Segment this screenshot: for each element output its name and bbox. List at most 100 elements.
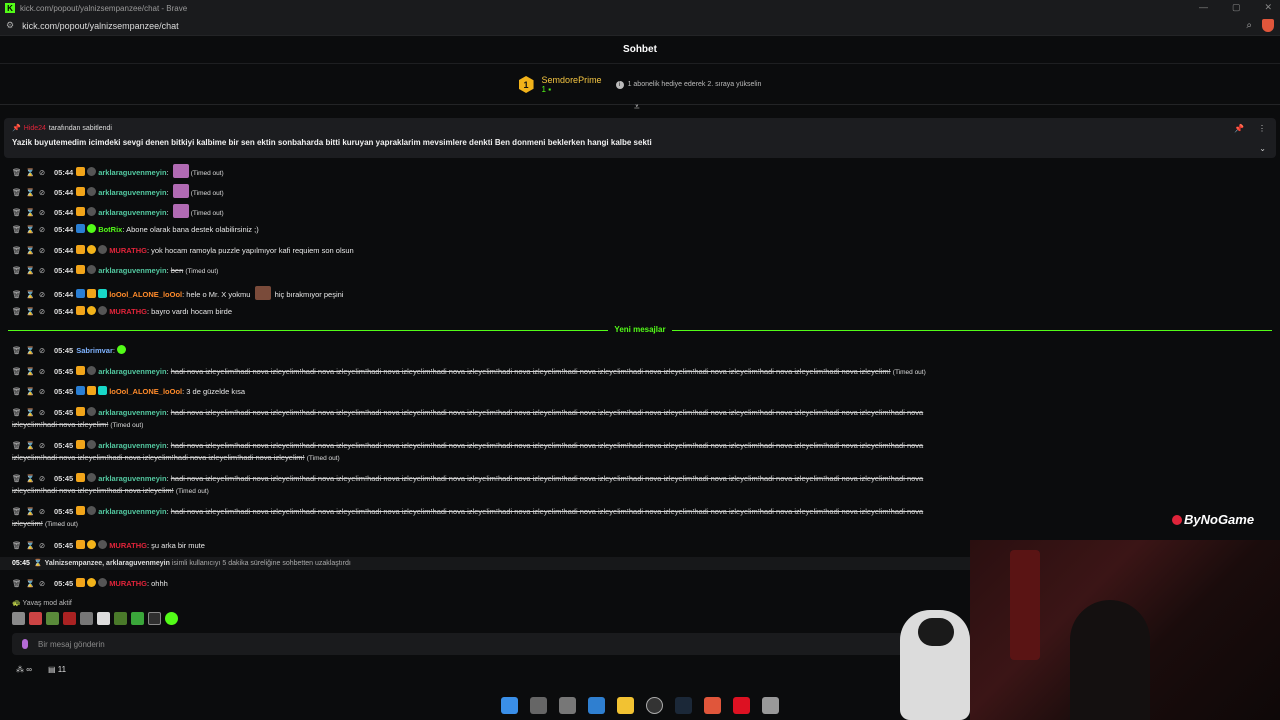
sub-badge-icon [87, 265, 97, 274]
chat-message[interactable]: 🗑⌛⊘ 05:45 arklaraguvenmeyin: hadi nova izl… [12, 440, 1224, 465]
username[interactable]: arklaraguvenmeyin [98, 208, 166, 217]
windows-start-icon[interactable] [501, 696, 518, 714]
hourglass-icon: ⌛ [33, 560, 43, 567]
username[interactable]: arklaraguvenmeyin [98, 168, 166, 177]
mod-tools-icon[interactable]: 🗑⌛⊘ [12, 440, 54, 452]
chat-message[interactable]: 🗑⌛⊘ 05:45 arklaraguvenmeyin: hadi nova izl… [12, 366, 1224, 379]
chat-messages[interactable]: 🗑⌛⊘ 05:44 arklaraguvenmeyin: (Timed out) 🗑… [0, 160, 1280, 592]
chat-message[interactable]: 🗑⌛⊘ 05:44 arklaraguvenmeyin: (Timed out) [12, 164, 1224, 180]
brave-icon[interactable] [704, 696, 721, 714]
chat-message[interactable]: 🗑⌛⊘ 05:44 loOol_ALONE_loOol: hele o Mr. X … [12, 286, 1224, 301]
mod-tools-icon[interactable]: 🗑⌛⊘ [12, 265, 54, 277]
gifter-info[interactable]: SemdorePrime 1 ▪ [542, 75, 602, 94]
mod-tools-icon[interactable]: 🗑⌛⊘ [12, 366, 54, 378]
points-button[interactable]: ⁂ ∞ [16, 665, 32, 674]
username[interactable]: MURATHG [109, 307, 147, 316]
mod-tools-icon[interactable]: 🗑⌛⊘ [12, 306, 54, 318]
username[interactable]: Sabrimvar [76, 346, 113, 355]
emote-icon[interactable] [12, 612, 25, 625]
username[interactable]: arklaraguvenmeyin [98, 474, 166, 483]
username[interactable]: MURATHG [109, 246, 147, 255]
username[interactable]: MURATHG [109, 579, 147, 588]
search-icon[interactable]: ⌕ [1246, 20, 1252, 31]
minimize-icon[interactable]: — [1199, 2, 1208, 13]
expand-chevron-icon[interactable]: ⩡ [634, 102, 640, 113]
message-text: 3 de güzelde kısa [186, 387, 246, 396]
username[interactable]: arklaraguvenmeyin [98, 507, 166, 516]
chat-message[interactable]: 🗑⌛⊘ 05:44 BotRix: Abone olarak bana destek… [12, 224, 1224, 236]
chat-message[interactable]: 🗑⌛⊘ 05:45 arklaraguvenmeyin: hadi nova izl… [12, 473, 1224, 498]
chat-message[interactable]: 🗑⌛⊘ 05:44 MURATHG: yok hocam ramoyla puzzl… [12, 245, 1224, 257]
gift-button[interactable]: ▤ 11 [48, 665, 66, 674]
mod-tools-icon[interactable]: 🗑⌛⊘ [12, 540, 54, 552]
slow-mode-icon: 🐢 [12, 600, 21, 607]
file-explorer-icon[interactable] [617, 696, 634, 714]
mod-tools-icon[interactable]: 🗑⌛⊘ [12, 289, 54, 301]
chat-message[interactable]: 🗑⌛⊘ 05:44 arklaraguvenmeyin: (Timed out) [12, 184, 1224, 200]
timed-out-label: (Timed out) [44, 521, 78, 528]
message-time: 05:44 [54, 188, 74, 197]
gifter-name[interactable]: SemdorePrime [542, 75, 602, 85]
pinned-actions: 📌 ⋮ [1234, 124, 1266, 133]
emote-icon[interactable] [165, 612, 178, 625]
lamp-image [1010, 550, 1040, 660]
site-settings-icon[interactable]: ⚙ [6, 20, 14, 31]
message-time: 05:45 [54, 474, 74, 483]
microphone-icon[interactable] [22, 639, 28, 649]
app-icon[interactable] [762, 696, 779, 714]
mod-tools-icon[interactable]: 🗑⌛⊘ [12, 187, 54, 199]
mod-tools-icon[interactable]: 🗑⌛⊘ [12, 386, 54, 398]
emote-icon[interactable] [63, 612, 76, 625]
username[interactable]: arklaraguvenmeyin [98, 441, 166, 450]
mod-tools-icon[interactable]: 🗑⌛⊘ [12, 245, 54, 257]
pinned-by-user[interactable]: Hide24 [24, 125, 46, 132]
mod-tools-icon[interactable]: 🗑⌛⊘ [12, 473, 54, 485]
username[interactable]: arklaraguvenmeyin [98, 266, 166, 275]
mod-tools-icon[interactable]: 🗑⌛⊘ [12, 407, 54, 419]
app-icon[interactable] [588, 696, 605, 714]
username[interactable]: arklaraguvenmeyin [98, 188, 166, 197]
username[interactable]: arklaraguvenmeyin [98, 367, 166, 376]
emote-icon[interactable] [29, 612, 42, 625]
url-text[interactable]: kick.com/popout/yalnizsempanzee/chat [22, 21, 179, 31]
steam-icon[interactable] [675, 696, 692, 714]
mod-tools-icon[interactable]: 🗑⌛⊘ [12, 207, 54, 219]
username[interactable]: loOol_ALONE_loOol [109, 387, 182, 396]
chat-message[interactable]: 🗑⌛⊘ 05:45 arklaraguvenmeyin: hadi nova izl… [12, 407, 1224, 432]
app-icon[interactable] [733, 696, 750, 714]
more-options-icon[interactable]: ⋮ [1258, 124, 1266, 133]
emote-icon [117, 345, 127, 354]
chat-message[interactable]: 🗑⌛⊘ 05:44 arklaraguvenmeyin: ben (Timed ou… [12, 265, 1224, 278]
mod-tools-icon[interactable]: 🗑⌛⊘ [12, 224, 54, 236]
mod-tools-icon[interactable]: 🗑⌛⊘ [12, 578, 54, 590]
mod-tools-icon[interactable]: 🗑⌛⊘ [12, 345, 54, 357]
emote-icon[interactable] [131, 612, 144, 625]
chat-message[interactable]: 🗑⌛⊘ 05:44 MURATHG: bayro vardı hocam birde [12, 306, 1224, 318]
chat-message[interactable]: 🗑⌛⊘ 05:44 arklaraguvenmeyin: (Timed out) [12, 204, 1224, 220]
chat-message[interactable]: 🗑⌛⊘ 05:45 loOol_ALONE_loOol: 3 de güzelde … [12, 386, 1224, 398]
new-messages-text: Yeni mesajlar [608, 325, 672, 334]
emote-icon[interactable] [114, 612, 127, 625]
obs-icon[interactable] [646, 696, 663, 714]
chat-message[interactable]: 🗑⌛⊘ 05:45 arklaraguvenmeyin: hadi nova izl… [12, 506, 1224, 531]
maximize-icon[interactable]: ▢ [1232, 2, 1241, 13]
emote-icon[interactable] [148, 612, 161, 625]
taskbar [0, 690, 1280, 720]
unpin-icon[interactable]: 📌 [1234, 124, 1244, 133]
emote-icon[interactable] [80, 612, 93, 625]
username[interactable]: BotRix [98, 225, 122, 234]
brave-shield-icon[interactable] [1262, 19, 1274, 32]
emote-icon[interactable] [46, 612, 59, 625]
mod-tools-icon[interactable]: 🗑⌛⊘ [12, 167, 54, 179]
app-icon[interactable] [559, 696, 576, 714]
message-input[interactable]: Bir mesaj gönderin [12, 633, 970, 655]
mod-tools-icon[interactable]: 🗑⌛⊘ [12, 506, 54, 518]
username[interactable]: loOol_ALONE_loOol [109, 290, 182, 299]
close-icon[interactable]: ✕ [1264, 2, 1272, 13]
username[interactable]: arklaraguvenmeyin [98, 408, 166, 417]
task-view-icon[interactable] [530, 696, 547, 714]
chevron-down-icon[interactable]: ⌄ [1259, 144, 1266, 153]
username[interactable]: MURATHG [109, 541, 147, 550]
emote-icon[interactable] [97, 612, 110, 625]
chat-message[interactable]: 🗑⌛⊘ 05:45 Sabrimvar: [12, 345, 1224, 357]
